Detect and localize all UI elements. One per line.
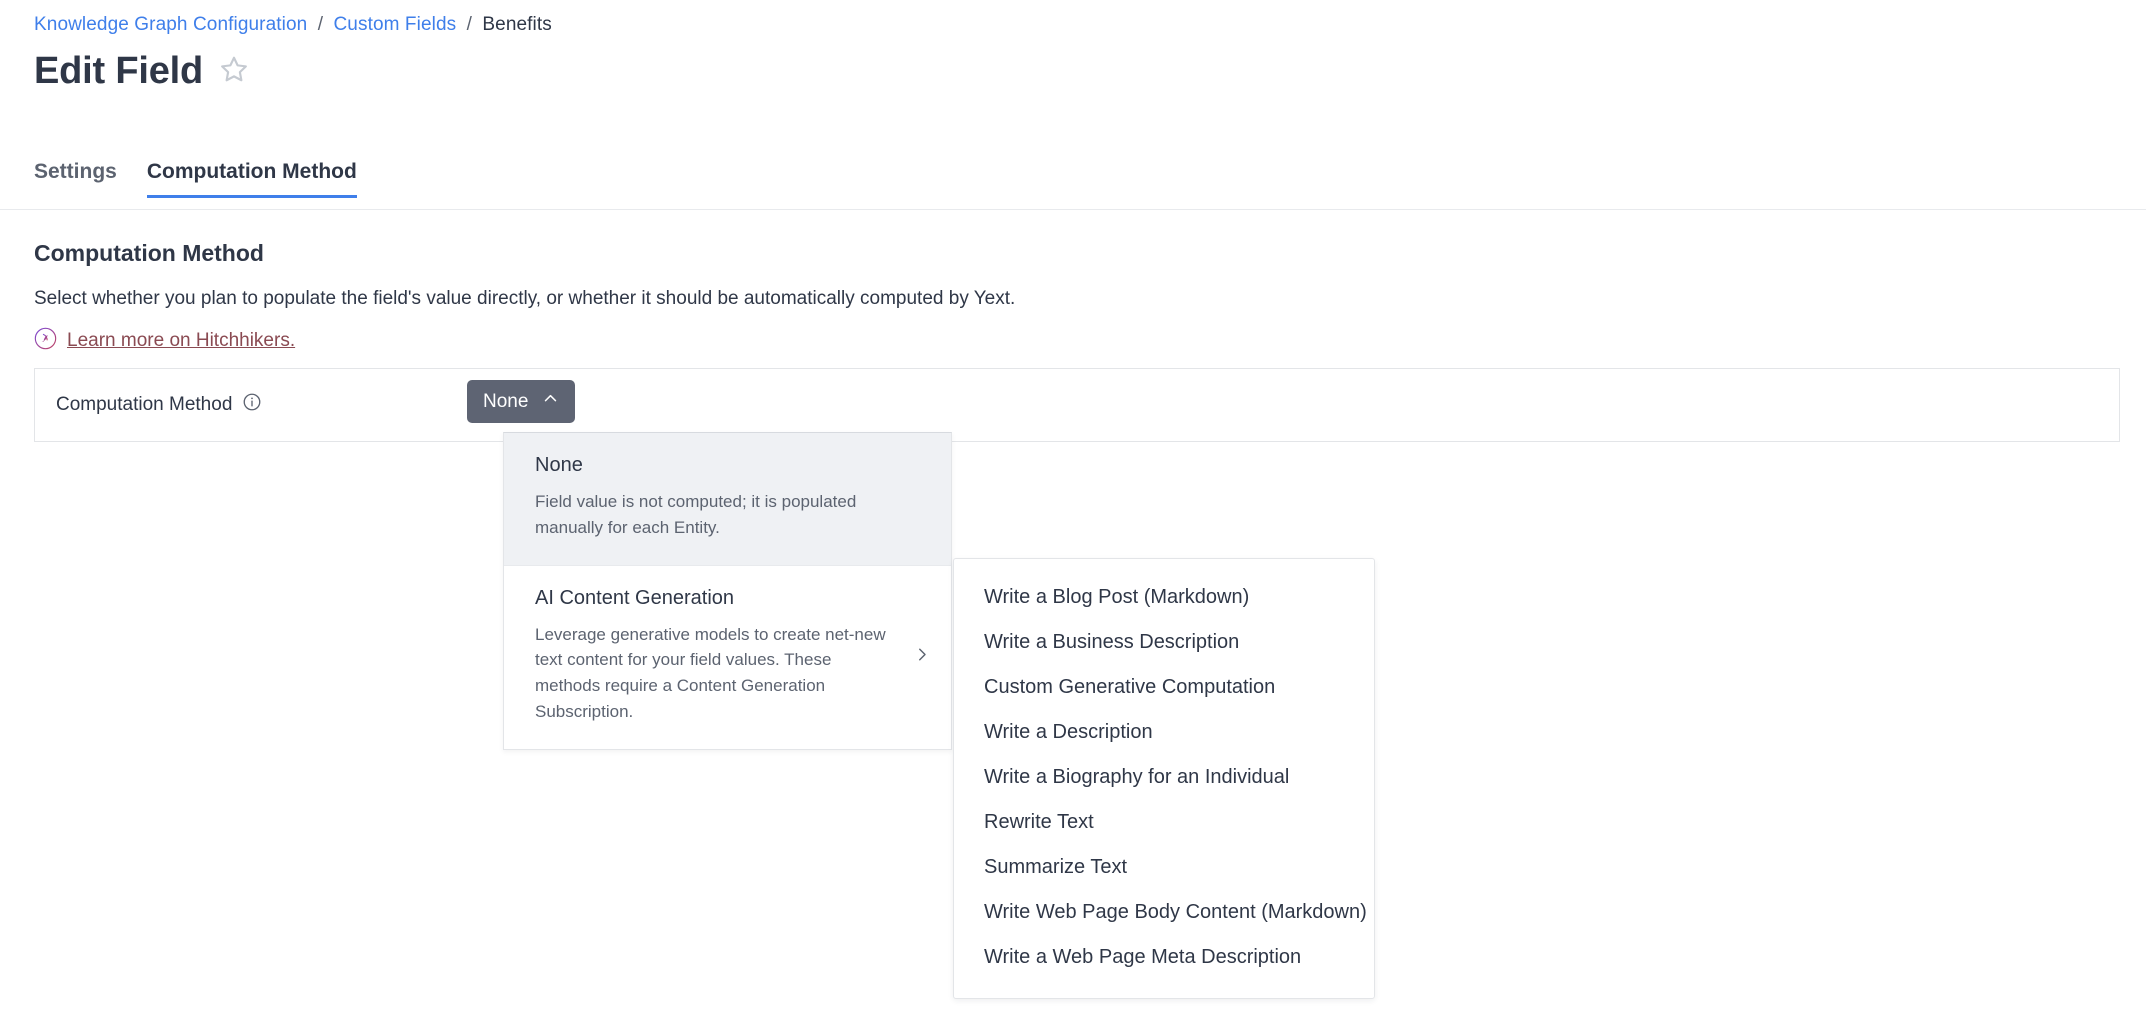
breadcrumb: Knowledge Graph Configuration / Custom F… (34, 14, 552, 36)
submenu-item-write-a-blog-post-markdown[interactable]: Write a Blog Post (Markdown) (954, 575, 1374, 620)
computation-method-label-group: Computation Method (56, 392, 262, 418)
section-title: Computation Method (34, 240, 264, 266)
breadcrumb-link-knowledge-graph-configuration[interactable]: Knowledge Graph Configuration (34, 14, 307, 35)
learn-more-row: Learn more on Hitchhikers. (34, 327, 295, 355)
section-description: Select whether you plan to populate the … (34, 288, 1016, 309)
computation-method-dropdown-menu: None Field value is not computed; it is … (503, 432, 952, 750)
submenu-item-summarize-text[interactable]: Summarize Text (954, 845, 1374, 890)
breadcrumb-separator: / (466, 14, 472, 35)
menu-option-none[interactable]: None Field value is not computed; it is … (504, 433, 951, 566)
chevron-up-icon (542, 390, 559, 413)
star-outline-icon[interactable] (219, 54, 249, 89)
submenu-item-rewrite-text[interactable]: Rewrite Text (954, 800, 1374, 845)
submenu-item-custom-generative-computation[interactable]: Custom Generative Computation (954, 665, 1374, 710)
submenu-item-write-a-business-description[interactable]: Write a Business Description (954, 620, 1374, 665)
submenu-item-write-a-web-page-meta-description[interactable]: Write a Web Page Meta Description (954, 935, 1374, 980)
computation-method-row: Computation Method (34, 368, 2120, 442)
tab-bar-divider (0, 209, 2146, 210)
dropdown-value: None (483, 390, 529, 412)
menu-option-ai-content-generation[interactable]: AI Content Generation Leverage generativ… (504, 566, 951, 749)
breadcrumb-separator: / (317, 14, 324, 35)
menu-option-title: None (535, 454, 583, 476)
submenu-item-write-a-description[interactable]: Write a Description (954, 710, 1374, 755)
learn-more-link[interactable]: Learn more on Hitchhikers. (67, 330, 295, 352)
computation-method-dropdown-button[interactable]: None (467, 380, 576, 423)
menu-option-description: Leverage generative models to create net… (535, 624, 886, 722)
chevron-right-icon (913, 646, 931, 669)
breadcrumb-current-benefits: Benefits (482, 14, 552, 35)
menu-option-title: AI Content Generation (535, 586, 735, 609)
tab-settings[interactable]: Settings (34, 160, 117, 198)
tab-computation-method[interactable]: Computation Method (146, 160, 357, 198)
page-header: Edit Field (34, 52, 249, 90)
field-label-text: Computation Method (56, 394, 233, 415)
submenu-item-write-web-page-body-content-markdown[interactable]: Write Web Page Body Content (Markdown) (954, 890, 1374, 935)
submenu-item-write-a-biography-for-an-individual[interactable]: Write a Biography for an Individual (954, 755, 1374, 800)
tab-bar: Settings Computation Method (34, 160, 357, 198)
menu-option-description: Field value is not computed; it is popul… (535, 492, 857, 537)
hitchhikers-logo-icon (34, 327, 57, 355)
page-title: Edit Field (34, 50, 204, 92)
ai-content-generation-submenu: Write a Blog Post (Markdown) Write a Bus… (953, 558, 1375, 999)
breadcrumb-link-custom-fields[interactable]: Custom Fields (333, 14, 456, 35)
info-circle-icon[interactable] (242, 392, 262, 418)
edit-field-page: Knowledge Graph Configuration / Custom F… (0, 0, 2146, 1034)
